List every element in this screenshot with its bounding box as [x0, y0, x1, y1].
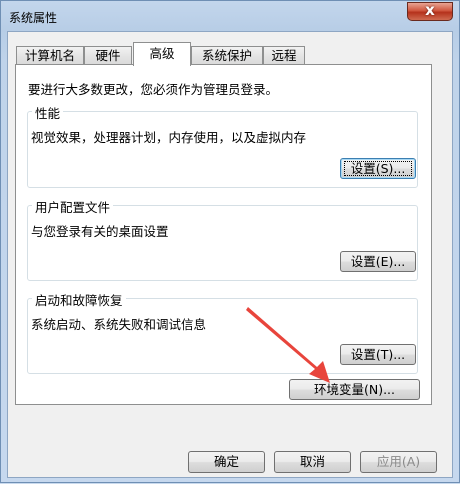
environment-variables-label: 环境变量(N)... [313, 382, 396, 397]
tab-remote[interactable]: 远程 [263, 46, 305, 65]
tab-computer-name[interactable]: 计算机名 [16, 46, 84, 65]
system-properties-window: 系统属性 x 计算机名 硬件 高级 系统保护 远程 要进行大多数更改，您必须作为… [0, 0, 460, 483]
performance-settings-button[interactable]: 设置(S)... [340, 158, 416, 179]
cancel-button[interactable]: 取消 [274, 451, 351, 473]
tab-system-protection[interactable]: 系统保护 [191, 46, 263, 65]
apply-label: 应用(A) [376, 454, 421, 469]
performance-description: 视觉效果，处理器计划，内存使用，以及虚拟内存 [31, 130, 307, 145]
advanced-tab-panel: 要进行大多数更改，您必须作为管理员登录。 性能 视觉效果，处理器计划，内存使用，… [15, 64, 432, 405]
startup-recovery-settings-button[interactable]: 设置(T)... [340, 344, 416, 365]
title-bar[interactable]: 系统属性 x [1, 1, 459, 31]
environment-variables-button[interactable]: 环境变量(N)... [289, 379, 420, 400]
apply-button[interactable]: 应用(A) [360, 451, 437, 473]
close-icon: x [425, 1, 435, 19]
dialog-client-area: 计算机名 硬件 高级 系统保护 远程 要进行大多数更改，您必须作为管理员登录。 … [7, 31, 453, 478]
performance-group: 性能 视觉效果，处理器计划，内存使用，以及虚拟内存 设置(S)... [27, 103, 418, 188]
close-button[interactable]: x [407, 1, 453, 21]
ok-button[interactable]: 确定 [188, 451, 265, 473]
window-title: 系统属性 [9, 11, 58, 25]
user-profiles-description: 与您登录有关的桌面设置 [31, 224, 169, 239]
startup-recovery-group-title: 启动和故障恢复 [32, 290, 126, 309]
startup-recovery-settings-label: 设置(T)... [350, 347, 406, 362]
tab-advanced[interactable]: 高级 [133, 42, 191, 66]
user-profiles-group-title: 用户配置文件 [32, 197, 114, 216]
admin-notice: 要进行大多数更改，您必须作为管理员登录。 [28, 82, 279, 97]
user-profiles-group: 用户配置文件 与您登录有关的桌面设置 设置(E)... [27, 197, 418, 281]
tab-hardware[interactable]: 硬件 [84, 46, 132, 65]
startup-recovery-group: 启动和故障恢复 系统启动、系统失败和调试信息 设置(T)... [27, 290, 418, 374]
user-profiles-settings-button[interactable]: 设置(E)... [340, 251, 416, 272]
user-profiles-settings-label: 设置(E)... [350, 254, 406, 269]
performance-group-title: 性能 [32, 103, 64, 122]
ok-label: 确定 [213, 454, 239, 469]
startup-recovery-description: 系统启动、系统失败和调试信息 [31, 317, 207, 332]
cancel-label: 取消 [299, 454, 325, 469]
focus-indicator [344, 161, 412, 176]
